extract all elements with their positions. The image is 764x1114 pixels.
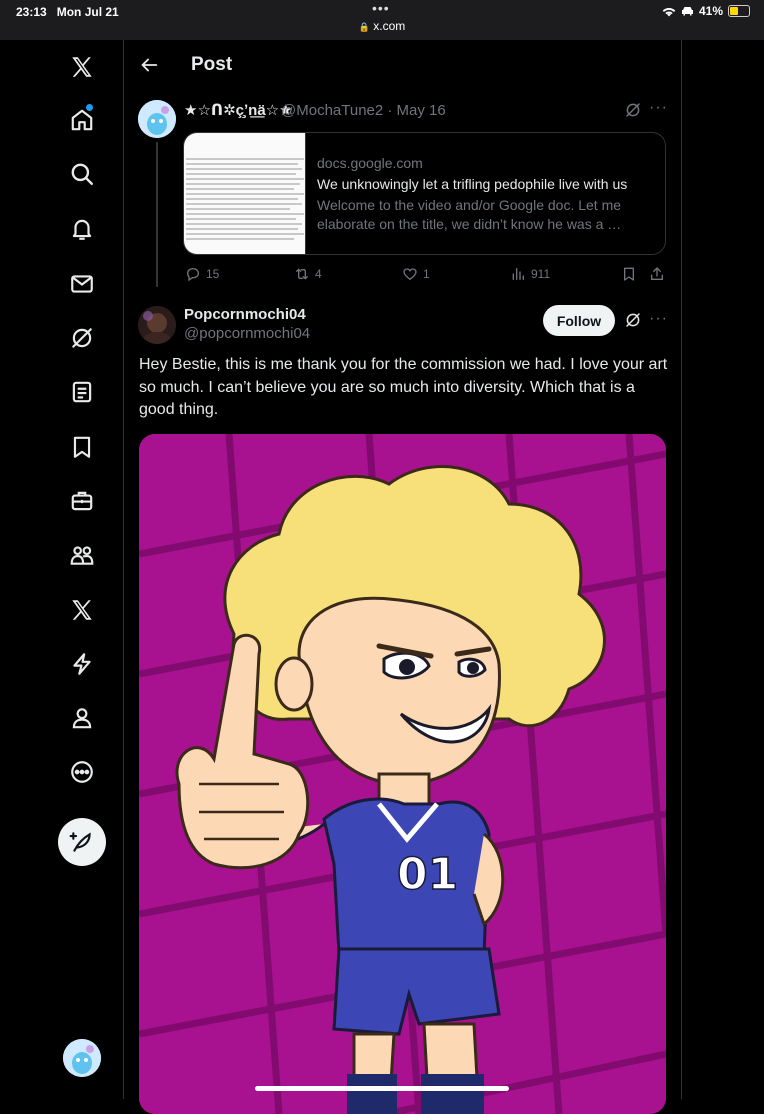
grok-icon[interactable]: [624, 101, 642, 119]
jobs-icon[interactable]: [58, 477, 106, 525]
sidebar-divider: [123, 40, 124, 1099]
verified-orgs-icon[interactable]: [58, 640, 106, 688]
like-button[interactable]: 1: [402, 266, 430, 282]
profile-icon[interactable]: [58, 694, 106, 742]
bookmarks-icon[interactable]: [58, 423, 106, 471]
car-icon: [681, 7, 693, 16]
battery-percent: 41%: [698, 4, 723, 18]
grok-icon[interactable]: [58, 314, 106, 362]
link-preview-card[interactable]: docs.google.com We unknowingly let a tri…: [183, 132, 666, 255]
back-arrow-icon[interactable]: [138, 54, 160, 76]
feather-plus-icon: [69, 832, 91, 852]
views-button[interactable]: 911: [510, 266, 550, 282]
heart-icon: [403, 268, 417, 281]
follow-button[interactable]: Follow: [543, 305, 615, 336]
link-description: Welcome to the video and/or Google doc. …: [317, 197, 622, 232]
messages-icon[interactable]: [58, 260, 106, 308]
column-divider: [681, 40, 682, 1099]
more-options-icon[interactable]: ···: [649, 310, 668, 328]
link-domain: docs.google.com: [317, 155, 423, 171]
home-icon[interactable]: [58, 96, 106, 144]
share-button[interactable]: [649, 266, 665, 282]
compose-post-button[interactable]: [58, 818, 106, 866]
like-count: 1: [423, 267, 430, 281]
parent-post-display-name[interactable]: ★☆ᑎ✲ç̧ʼn͟ä☆★: [184, 101, 293, 119]
status-indicators: 41%: [662, 4, 750, 18]
status-bar: 23:13 Mon Jul 21 ••• 🔒 x.com 41%: [0, 0, 764, 40]
views-count: 911: [531, 267, 551, 281]
parent-post-avatar[interactable]: [138, 100, 176, 138]
post-image[interactable]: 01: [139, 434, 666, 1114]
status-time: 23:13 Mon Jul 21: [16, 5, 119, 19]
repost-count: 4: [315, 267, 322, 281]
repost-icon: [296, 268, 308, 280]
svg-text:01: 01: [397, 849, 458, 900]
bookmark-button[interactable]: [621, 266, 637, 282]
parent-post-handle-date[interactable]: @MochaTune2 · May 16: [281, 102, 446, 119]
notifications-icon[interactable]: [58, 205, 106, 253]
main-post-handle[interactable]: @popcornmochi04: [184, 325, 310, 342]
x-logo-icon[interactable]: [58, 43, 106, 91]
main-post-avatar[interactable]: [138, 306, 176, 344]
communities-icon[interactable]: [58, 531, 106, 579]
post-text: Hey Bestie, this is me thank you for the…: [139, 356, 668, 418]
reply-count: 15: [206, 267, 220, 281]
views-icon: [512, 268, 524, 280]
main-post-display-name[interactable]: Popcornmochi04: [184, 306, 306, 323]
document-preview-image: [186, 158, 304, 240]
artwork-illustration: 01: [139, 434, 666, 1114]
address-bar[interactable]: 🔒 x.com: [0, 19, 764, 33]
bookmark-icon: [624, 267, 634, 281]
account-avatar[interactable]: [63, 1039, 101, 1077]
home-indicator[interactable]: [255, 1086, 509, 1091]
battery-icon: [728, 5, 750, 17]
multitasking-dots[interactable]: •••: [372, 0, 390, 16]
lists-icon[interactable]: [58, 368, 106, 416]
more-options-icon[interactable]: ···: [649, 99, 668, 117]
link-preview-thumbnail: [184, 133, 306, 254]
page-title: Post: [191, 54, 233, 75]
more-icon[interactable]: [58, 748, 106, 796]
reply-icon: [186, 267, 200, 282]
share-icon: [651, 267, 663, 280]
lock-icon: 🔒: [358, 22, 370, 32]
search-icon[interactable]: [58, 150, 106, 198]
premium-icon[interactable]: [58, 586, 106, 634]
reply-button[interactable]: 15: [185, 266, 219, 282]
url-text: x.com: [373, 19, 406, 33]
home-notification-dot: [86, 104, 93, 111]
link-title: We unknowingly let a trifling pedophile …: [317, 176, 628, 192]
grok-icon[interactable]: [624, 311, 642, 329]
wifi-icon: [662, 7, 676, 16]
repost-button[interactable]: 4: [294, 266, 322, 282]
thread-line: [156, 142, 158, 287]
